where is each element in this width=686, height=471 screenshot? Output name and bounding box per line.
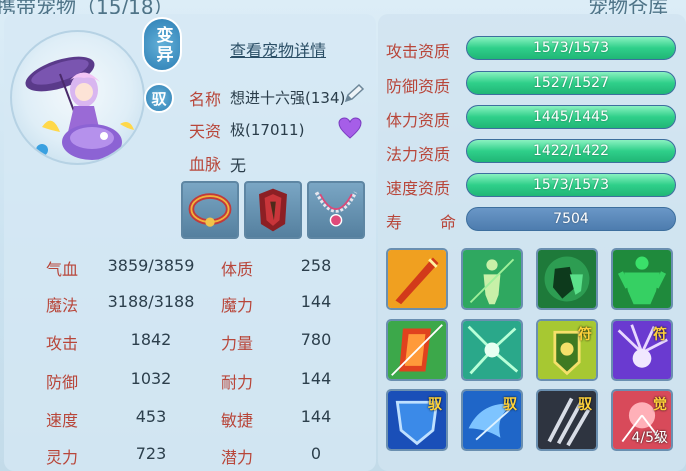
skill-slot-7[interactable]: 符 [536, 319, 598, 381]
equipment-slot-1[interactable] [181, 181, 239, 239]
quality-stamina-label: 体力资质 [386, 111, 451, 130]
carried-pets-title: 携带宠物（15/18） [0, 0, 174, 14]
stat-speed-value: 453 [135, 407, 167, 426]
pet-storage-title: 宠物仓库 [588, 0, 668, 14]
skill-8-badge: 符 [653, 327, 667, 343]
edit-name-icon[interactable] [342, 83, 366, 105]
attr-potential-label: 潜力 [221, 448, 254, 467]
heart-icon[interactable] [338, 117, 362, 139]
warrior-silhouette-icon [463, 250, 521, 308]
necklace-icon [314, 191, 358, 227]
sword-strike-icon [388, 250, 446, 308]
attr-endurance-label: 耐力 [221, 373, 254, 392]
quality-defense-bar: 1527/1527 [466, 71, 676, 95]
quality-attack-value: 1573/1573 [533, 40, 609, 56]
equipment-slot-2[interactable] [244, 181, 302, 239]
quality-defense-label: 防御资质 [386, 77, 451, 96]
skill-slot-3[interactable] [536, 248, 598, 310]
quality-attack-bar: 1573/1573 [466, 36, 676, 60]
skill-12-level: 4/5级 [631, 430, 668, 446]
stat-spirit-value: 723 [135, 444, 167, 463]
skill-9-badge: 驭 [428, 397, 442, 413]
skill-slot-6[interactable] [461, 319, 523, 381]
attr-agility-value: 144 [300, 407, 332, 426]
aptitude-value: 极(17011) [230, 121, 305, 139]
attr-endurance-value: 144 [300, 369, 332, 388]
quality-speed-label: 速度资质 [386, 179, 451, 198]
bloodline-label: 血脉 [189, 155, 222, 174]
stat-hp-value: 3859/3859 [107, 256, 195, 275]
variant-badge: 变异 [142, 17, 182, 72]
name-label: 名称 [189, 90, 222, 109]
bloodline-value: 无 [230, 156, 247, 175]
quality-mana-value: 1422/1422 [533, 143, 609, 159]
quality-defense-value: 1527/1527 [533, 75, 609, 91]
fire-slash-icon [388, 321, 446, 379]
quality-stamina-bar: 1445/1445 [466, 105, 676, 129]
stat-attack-value: 1842 [130, 330, 172, 349]
skill-slot-10[interactable]: 驭 [461, 389, 523, 451]
tame-badge: 驭 [144, 83, 174, 113]
header-strip: 携带宠物（15/18） 宠物仓库 [0, 0, 686, 14]
equipment-slot-3[interactable] [307, 181, 365, 239]
attr-strength-value: 780 [300, 330, 332, 349]
attr-magic-label: 魔力 [221, 296, 254, 315]
attr-potential-value: 0 [310, 444, 322, 463]
pet-name-value: 想进十六强(134) [230, 89, 346, 107]
lifespan-bar: 7504 [466, 207, 676, 231]
aptitude-label: 天资 [189, 122, 222, 141]
strong-body-icon [613, 250, 671, 308]
stat-defense-label: 防御 [46, 373, 79, 392]
stat-mp-value: 3188/3188 [107, 292, 195, 311]
skill-slot-2[interactable] [461, 248, 523, 310]
skill-7-badge: 符 [578, 327, 592, 343]
lifespan-label-b: 命 [440, 213, 457, 232]
skill-12-badge: 觉 [653, 397, 667, 413]
quality-mana-label: 法力资质 [386, 145, 451, 164]
stat-spirit-label: 灵力 [46, 448, 79, 467]
green-burst-icon [463, 321, 521, 379]
stat-hp-label: 气血 [46, 260, 79, 279]
skill-10-badge: 驭 [503, 397, 517, 413]
skill-slot-1[interactable] [386, 248, 448, 310]
stat-defense-value: 1032 [130, 369, 172, 388]
lifespan-label-a: 寿 [386, 213, 403, 232]
attr-constitution-value: 258 [300, 256, 332, 275]
armor-icon [259, 188, 287, 232]
skill-11-badge: 驭 [578, 397, 592, 413]
quality-speed-value: 1573/1573 [533, 177, 609, 193]
attr-constitution-label: 体质 [221, 260, 254, 279]
attr-magic-value: 144 [300, 292, 332, 311]
view-pet-details-link[interactable]: 查看宠物详情 [230, 37, 326, 61]
quality-mana-bar: 1422/1422 [466, 139, 676, 163]
stat-mp-label: 魔法 [46, 296, 79, 315]
stat-speed-label: 速度 [46, 411, 79, 430]
quality-stamina-value: 1445/1445 [533, 109, 609, 125]
quality-speed-bar: 1573/1573 [466, 173, 676, 197]
skill-slot-9[interactable]: 驭 [386, 389, 448, 451]
pet-portrait[interactable] [10, 30, 145, 165]
pet-avatar-icon [25, 56, 137, 160]
skill-slot-8[interactable]: 符 [611, 319, 673, 381]
lifespan-value: 7504 [553, 211, 589, 227]
pet-panel: 携带宠物（15/18） 宠物仓库 变异 驭 查看宠物详情 名称 想进十六强(13… [0, 0, 686, 471]
quality-attack-label: 攻击资质 [386, 42, 451, 61]
attr-strength-label: 力量 [221, 334, 254, 353]
skill-slot-4[interactable] [611, 248, 673, 310]
skill-slot-11[interactable]: 驭 [536, 389, 598, 451]
shield-warrior-icon [538, 250, 596, 308]
skill-slot-5[interactable] [386, 319, 448, 381]
skill-slot-12[interactable]: 觉 4/5级 [611, 389, 673, 451]
stat-attack-label: 攻击 [46, 334, 79, 353]
collar-icon [188, 193, 232, 227]
variant-badge-text: 变异 [152, 25, 173, 64]
attr-agility-label: 敏捷 [221, 411, 254, 430]
